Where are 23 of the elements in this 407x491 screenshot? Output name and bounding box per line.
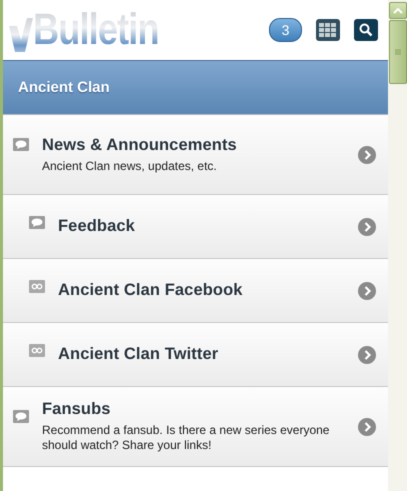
forum-title[interactable]: Feedback bbox=[58, 217, 345, 236]
section-title: Ancient Clan bbox=[18, 79, 110, 96]
forum-title[interactable]: News & Announcements bbox=[42, 136, 345, 154]
forum-title[interactable]: Ancient Clan Facebook bbox=[58, 281, 345, 300]
chevron-right-icon[interactable] bbox=[358, 346, 376, 364]
chain-link-icon bbox=[29, 280, 45, 292]
speech-bubble-icon bbox=[29, 216, 45, 228]
forum-description: Ancient Clan news, updates, etc. bbox=[42, 158, 218, 174]
grid-menu-icon[interactable] bbox=[316, 19, 340, 41]
speech-bubble-icon bbox=[13, 138, 29, 151]
chevron-right-icon[interactable] bbox=[358, 282, 376, 300]
forum-description: Recommend a fansub. Is there a new series everyone should watch? Share your links! bbox=[42, 423, 330, 453]
chain-link-icon bbox=[29, 344, 45, 356]
chevron-right-icon[interactable] bbox=[358, 218, 376, 236]
scrollbar-thumb[interactable] bbox=[388, 20, 406, 84]
chevron-right-icon[interactable] bbox=[358, 146, 376, 164]
forum-title[interactable]: Ancient Clan Twitter bbox=[58, 345, 345, 364]
speech-bubble-icon bbox=[13, 410, 29, 423]
scroll-up-icon[interactable] bbox=[388, 2, 406, 19]
forum-title[interactable]: Fansubs bbox=[42, 400, 345, 419]
search-icon[interactable] bbox=[354, 19, 378, 41]
checkmark-icon bbox=[9, 18, 33, 52]
chevron-right-icon[interactable] bbox=[358, 418, 376, 436]
